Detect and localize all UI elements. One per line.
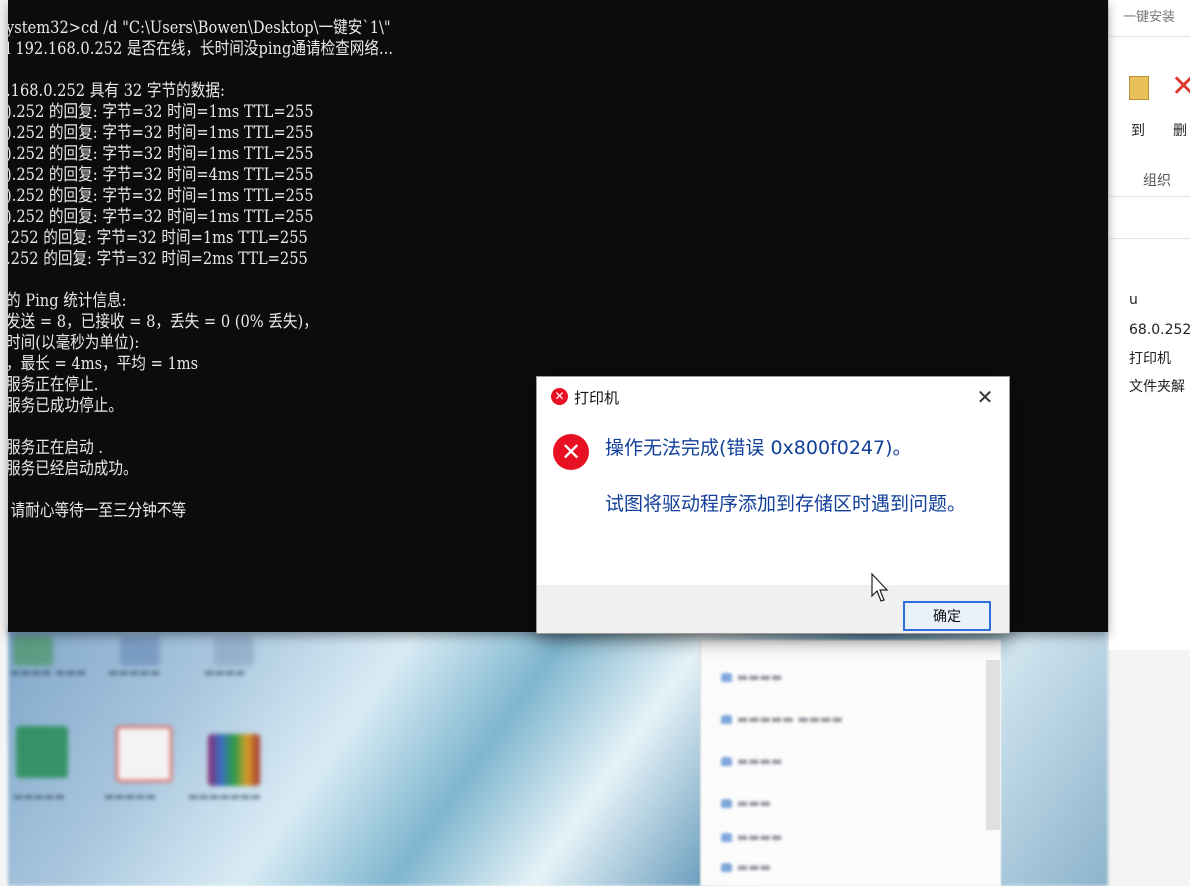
console-line: ).252 的回复: 字节=32 时间=1ms TTL=255 <box>8 207 314 227</box>
console-line: 发送 = 8，已接收 = 8，丢失 = 0 (0% 丢失)， <box>8 312 318 332</box>
nav-row-blur: ▬▬▬ <box>720 860 772 874</box>
error-heading: 操作无法完成(错误 0x800f0247)。 <box>605 437 912 459</box>
delete-icon: ✕ <box>1171 72 1190 102</box>
printer-item[interactable]: 打印机 <box>1129 348 1171 368</box>
desktop-label-blur: ▬▬▬▬▬▬▬ <box>188 790 261 803</box>
console-line: 请耐心等待一至三分钟不等 <box>8 501 187 521</box>
ribbon-group-label: 组织 <box>1143 173 1171 189</box>
error-icon: ✕ <box>551 388 568 405</box>
error-detail: 试图将驱动程序添加到存储区时遇到问题。 <box>605 493 967 515</box>
console-line: 服务已成功停止。 <box>8 396 123 416</box>
ribbon-separator <box>1109 36 1190 37</box>
spreadsheet-icon <box>16 726 68 778</box>
shortcut-icon <box>120 636 160 666</box>
console-line: 服务正在启动 . <box>8 438 104 458</box>
archive-icon <box>208 734 260 786</box>
console-line: 服务已经启动成功。 <box>8 459 138 479</box>
window-title-fragment: 一键安装 <box>1123 10 1176 25</box>
mouse-cursor-icon <box>871 572 889 602</box>
console-line: ，最长 = 4ms，平均 = 1ms <box>8 354 199 374</box>
console-line: l 192.168.0.252 是否在线，长时间没ping通请检查网络... <box>8 39 393 59</box>
address-fragment: u <box>1129 292 1138 308</box>
move-to-button[interactable]: 到 <box>1131 120 1145 140</box>
nav-row-blur: ▬▬▬▬ <box>720 670 783 684</box>
console-output: ystem32>cd /d "C:\Users\Bowen\Desktop\一键… <box>8 18 393 522</box>
shortcut-icon <box>214 636 254 666</box>
console-line: .252 的回复: 字节=32 时间=1ms TTL=255 <box>8 228 308 248</box>
error-icon: ✕ <box>553 434 589 470</box>
console-line: ).252 的回复: 字节=32 时间=4ms TTL=255 <box>8 165 314 185</box>
address-ip-fragment: 68.0.252 <box>1129 322 1190 338</box>
shortcut-icon <box>13 636 53 666</box>
folder-item[interactable]: 文件夹解 <box>1129 376 1185 396</box>
delete-button[interactable]: 删 <box>1173 120 1187 140</box>
console-line: .252 的回复: 字节=32 时间=2ms TTL=255 <box>8 249 308 269</box>
explorer-window-edge: 一键安装 到 ✕ 删 组织 u 68.0.252 打印机 文件夹解 <box>1108 0 1190 650</box>
console-line: ).252 的回复: 字节=32 时间=1ms TTL=255 <box>8 186 314 206</box>
desktop-label-blur: ▬▬▬▬▬ <box>104 790 156 803</box>
desktop-label-blur: ▬▬▬▬ ▬▬▬ <box>10 666 87 679</box>
explorer-nav-pane-blurred: ▬▬▬▬ ▬▬▬▬▬ ▬▬▬▬ ▬▬▬▬ ▬▬▬ ▬▬▬▬ ▬▬▬ <box>700 640 1001 886</box>
desktop-label-blur: ▬▬▬▬▬ <box>108 666 160 679</box>
folder-icon <box>1129 76 1149 100</box>
console-line: ).252 的回复: 字节=32 时间=1ms TTL=255 <box>8 123 314 143</box>
ribbon-separator <box>1109 238 1190 239</box>
scrollbar[interactable] <box>986 660 1000 830</box>
console-line: 服务正在停止. <box>8 375 99 395</box>
dialog-titlebar: ✕ 打印机 ✕ <box>537 377 1009 417</box>
pdf-icon <box>116 726 172 782</box>
nav-row-blur: ▬▬▬▬▬ ▬▬▬▬ <box>721 712 843 726</box>
console-line: ystem32>cd /d "C:\Users\Bowen\Desktop\一键… <box>8 18 391 38</box>
ok-button[interactable]: 确定 <box>903 601 991 631</box>
nav-row-blur: ▬▬▬▬ <box>720 754 783 768</box>
console-line: 的 Ping 统计信息: <box>8 291 127 311</box>
close-icon[interactable]: ✕ <box>967 381 1003 413</box>
dialog-footer: 确定 <box>537 585 1009 633</box>
console-line: 时间(以毫秒为单位): <box>8 333 140 353</box>
console-line: .168.0.252 具有 32 字节的数据: <box>8 81 225 101</box>
console-line: ).252 的回复: 字节=32 时间=1ms TTL=255 <box>8 144 314 164</box>
desktop-label-blur: ▬▬▬▬ <box>204 666 246 679</box>
desktop-label-blur: ▬▬▬▬▬ <box>13 790 65 803</box>
dialog-title: 打印机 <box>574 389 620 407</box>
console-line: ).252 的回复: 字节=32 时间=1ms TTL=255 <box>8 102 314 122</box>
ribbon-separator <box>1109 196 1190 197</box>
nav-row-blur: ▬▬▬ <box>720 796 772 810</box>
nav-row-blur: ▬▬▬▬ <box>720 830 783 844</box>
printer-error-dialog: ✕ 打印机 ✕ ✕ 操作无法完成(错误 0x800f0247)。 试图将驱动程序… <box>536 376 1010 634</box>
